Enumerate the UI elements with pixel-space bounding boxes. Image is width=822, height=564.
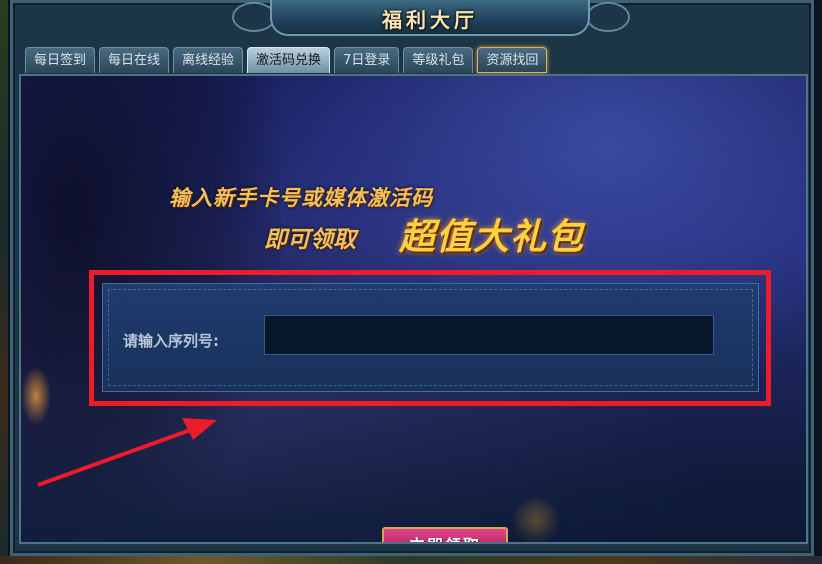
tab-daily-online[interactable]: 每日在线 <box>99 47 170 73</box>
title-ornament-right <box>586 2 630 32</box>
claim-button[interactable]: 立即领取 <box>382 527 508 542</box>
tab-level-gift[interactable]: 等级礼包 <box>403 47 474 73</box>
tab-daily-signin[interactable]: 每日签到 <box>25 47 96 73</box>
promo-heading: 输入新手卡号或媒体激活码 <box>169 186 433 210</box>
tab-resource-recovery[interactable]: 资源找回 <box>477 47 548 73</box>
tab-code-redeem[interactable]: 激活码兑换 <box>247 47 331 73</box>
promo-subheading: 即可领取 <box>264 227 356 253</box>
tab-offline-exp[interactable]: 离线经验 <box>173 47 244 73</box>
window-title: 福利大厅 <box>382 8 478 32</box>
title-banner: 福利大厅 <box>270 0 590 36</box>
tab-bar: 每日签到 每日在线 离线经验 激活码兑换 7日登录 等级礼包 资源找回 <box>25 47 548 73</box>
tab-7day-login[interactable]: 7日登录 <box>334 47 400 73</box>
background-edge-left <box>0 0 10 564</box>
background-edge-bottom <box>0 556 822 564</box>
promo-highlight: 超值大礼包 <box>399 217 585 258</box>
water-reflection <box>21 402 806 542</box>
annotation-outline <box>89 270 771 406</box>
